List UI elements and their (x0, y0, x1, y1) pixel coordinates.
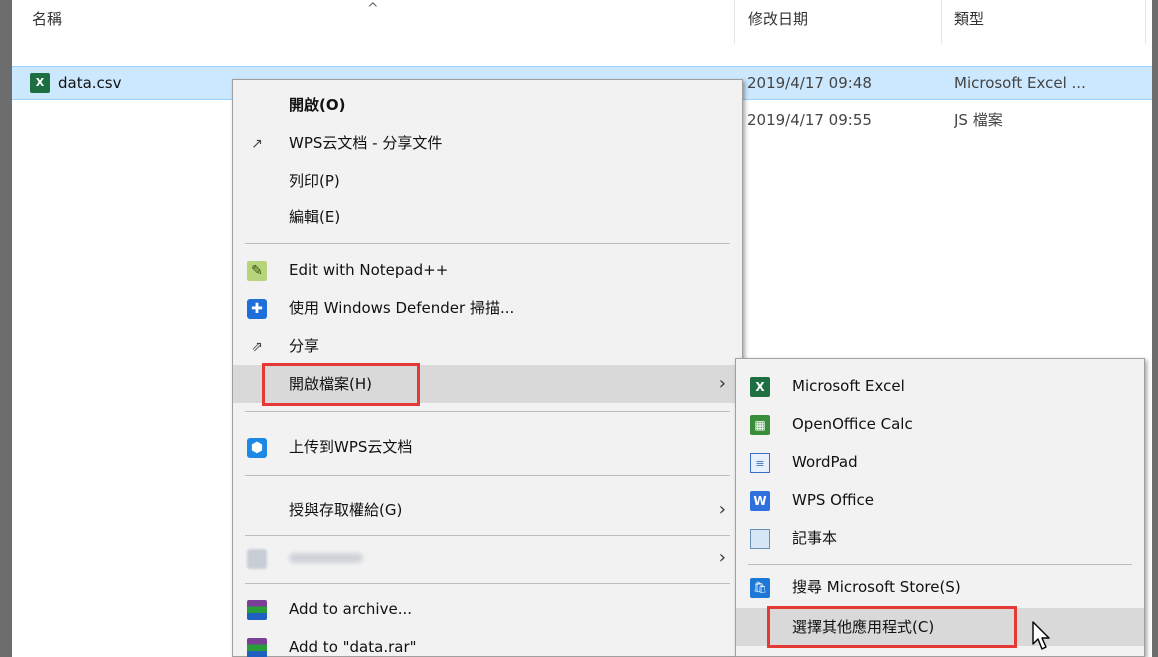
wps-office-icon: W (750, 491, 770, 511)
menu-item-add-archive[interactable]: Add to archive... (233, 590, 742, 628)
menu-item-label: Edit with Notepad++ (289, 261, 449, 279)
excel-csv-icon: X (30, 73, 50, 93)
menu-separator (245, 535, 730, 536)
chevron-right-icon: › (718, 373, 726, 394)
highlight-box-choose-app (767, 606, 1017, 648)
file-explorer-window: ^ 名稱 修改日期 類型 X data.csv 2019/4/17 09:48 … (12, 0, 1152, 657)
menu-item-open[interactable]: 開啟(O) (233, 86, 742, 124)
submenu-item-store[interactable]: 🛍 搜尋 Microsoft Store(S) (736, 568, 1144, 606)
column-header-type[interactable]: 類型 (942, 0, 1147, 44)
menu-item-label: 列印(P) (289, 172, 340, 190)
wordpad-icon: ≡ (750, 453, 770, 473)
column-header-date[interactable]: 修改日期 (736, 0, 941, 44)
menu-item-upload-wps[interactable]: ⬢ 上传到WPS云文档 (233, 428, 742, 466)
menu-item-notepadpp[interactable]: ✎ Edit with Notepad++ (233, 251, 742, 289)
menu-separator (245, 411, 730, 412)
share-arrow-icon: ↗ (251, 136, 263, 152)
menu-item-blurred[interactable]: › (233, 539, 742, 577)
menu-item-edit[interactable]: 編輯(E) (233, 198, 742, 236)
menu-item-label: WPS云文档 - 分享文件 (289, 134, 443, 152)
openoffice-calc-icon: ▦ (750, 415, 770, 435)
mouse-cursor-icon (1032, 621, 1050, 650)
menu-item-label: 搜尋 Microsoft Store(S) (792, 578, 961, 596)
notepadpp-icon: ✎ (247, 261, 267, 281)
menu-item-label: Add to "data.rar" (289, 638, 417, 656)
microsoft-store-icon: 🛍 (750, 578, 770, 598)
menu-item-label: 使用 Windows Defender 掃描... (289, 299, 515, 317)
menu-item-label: 分享 (289, 337, 320, 355)
menu-separator (748, 564, 1132, 565)
column-header-name[interactable]: 名稱 (20, 0, 734, 44)
excel-icon: X (750, 377, 770, 397)
submenu-item-wordpad[interactable]: ≡ WordPad (736, 443, 1144, 481)
menu-item-label: 開啟(O) (289, 96, 346, 114)
menu-item-label: 記事本 (792, 529, 838, 547)
windows-defender-icon: ✚ (247, 299, 267, 319)
menu-item-label: WordPad (792, 453, 858, 471)
notepad-icon (750, 529, 770, 549)
menu-item-add-rar[interactable]: Add to "data.rar" (233, 628, 742, 657)
menu-separator (245, 583, 730, 584)
wps-cloud-icon: ⬢ (247, 438, 267, 458)
submenu-item-wps-office[interactable]: W WPS Office (736, 481, 1144, 519)
submenu-item-openoffice-calc[interactable]: ▦ OpenOffice Calc (736, 405, 1144, 443)
file-type: JS 檔案 (954, 111, 1003, 129)
column-divider[interactable] (734, 0, 735, 44)
menu-item-label: 授與存取權給(G) (289, 501, 403, 519)
menu-item-label: 編輯(E) (289, 208, 341, 226)
file-date: 2019/4/17 09:55 (747, 111, 872, 129)
file-date: 2019/4/17 09:48 (747, 74, 872, 92)
menu-separator (245, 243, 730, 244)
highlight-box-open-with (262, 363, 420, 406)
share-icon: ⇗ (251, 339, 263, 355)
menu-item-wps-share[interactable]: ↗ WPS云文档 - 分享文件 (233, 124, 742, 162)
chevron-right-icon: › (718, 547, 726, 568)
menu-item-label: Microsoft Excel (792, 377, 905, 395)
menu-item-grant-access[interactable]: 授與存取權給(G) › (233, 491, 742, 529)
menu-item-label: WPS Office (792, 491, 874, 509)
menu-item-label: OpenOffice Calc (792, 415, 913, 433)
blurred-label (289, 553, 363, 563)
menu-item-label: 上传到WPS云文档 (289, 438, 413, 456)
submenu-item-excel[interactable]: X Microsoft Excel (736, 367, 1144, 405)
file-name: data.csv (58, 74, 122, 92)
submenu-item-notepad[interactable]: 記事本 (736, 519, 1144, 557)
menu-separator (245, 475, 730, 476)
menu-item-share[interactable]: ⇗ 分享 (233, 327, 742, 365)
file-type: Microsoft Excel ... (954, 74, 1086, 92)
column-divider[interactable] (1145, 0, 1146, 44)
column-header: ^ 名稱 修改日期 類型 (12, 0, 1152, 44)
blurred-icon (247, 549, 267, 569)
winrar-icon (247, 600, 267, 620)
menu-item-label: Add to archive... (289, 600, 412, 618)
menu-item-print[interactable]: 列印(P) (233, 162, 742, 200)
winrar-icon (247, 638, 267, 657)
menu-item-defender[interactable]: ✚ 使用 Windows Defender 掃描... (233, 289, 742, 327)
chevron-right-icon: › (718, 499, 726, 520)
